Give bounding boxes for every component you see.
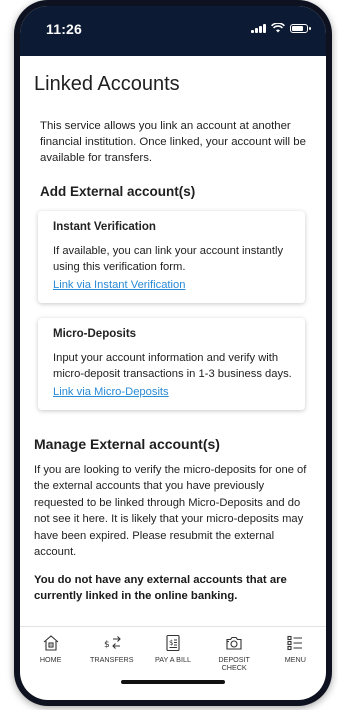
- menu-icon: [287, 635, 303, 651]
- card-title: Micro-Deposits: [53, 328, 137, 340]
- tab-label: PAY A BILL: [154, 655, 191, 664]
- wifi-icon: [271, 23, 285, 33]
- cellular-signal-icon: [251, 23, 266, 33]
- status-time: 11:26: [46, 21, 83, 37]
- status-icons: [251, 23, 311, 33]
- battery-icon: [290, 23, 311, 33]
- svg-text:$: $: [169, 639, 173, 647]
- no-accounts-message: You do not have any external accounts th…: [34, 574, 287, 603]
- link-micro-deposits[interactable]: Link via Micro-Deposits: [53, 384, 169, 400]
- camera-icon: [226, 636, 242, 650]
- intro-text: This service allows you link an account …: [40, 120, 306, 164]
- tab-home[interactable]: HOME: [23, 633, 79, 673]
- bill-icon: $: [166, 634, 180, 652]
- tab-label: HOME: [39, 655, 62, 664]
- link-instant-verification[interactable]: Link via Instant Verification: [53, 277, 185, 293]
- tab-deposit-check[interactable]: DEPOSIT CHECK: [206, 633, 262, 673]
- tab-transfers[interactable]: $ TRANSFERS: [84, 633, 140, 673]
- main-content: Linked Accounts This service allows you …: [20, 73, 326, 604]
- add-external-heading: Add External account(s): [40, 184, 196, 199]
- home-indicator[interactable]: [121, 680, 225, 684]
- bottom-tab-bar: HOME $ TRANSFERS $ PAY A BILL DEPOSIT CH…: [20, 626, 326, 673]
- app-screen: 11:26 Linked Accounts This service allow…: [20, 6, 326, 700]
- tab-pay-a-bill[interactable]: $ PAY A BILL: [145, 633, 201, 673]
- card-title: Instant Verification: [53, 221, 156, 233]
- manage-external-heading: Manage External account(s): [34, 436, 220, 452]
- card-description: Input your account information and verif…: [53, 352, 292, 380]
- manage-description: If you are looking to verify the micro-d…: [34, 464, 307, 559]
- instant-verification-card: Instant Verification If available, you c…: [38, 211, 305, 303]
- home-icon: [43, 635, 58, 651]
- transfer-icon: $: [104, 636, 121, 650]
- status-bar: 11:26: [20, 6, 326, 56]
- svg-text:$: $: [104, 640, 110, 650]
- tab-label: TRANSFERS: [90, 655, 134, 664]
- tab-label: DEPOSIT CHECK: [218, 655, 250, 672]
- micro-deposits-card: Micro-Deposits Input your account inform…: [38, 318, 305, 410]
- phone-mockup: 11:26 Linked Accounts This service allow…: [0, 0, 338, 710]
- card-description: If available, you can link your account …: [53, 245, 284, 273]
- page-title: Linked Accounts: [34, 73, 180, 95]
- tab-menu[interactable]: MENU: [267, 633, 323, 673]
- tab-label: MENU: [284, 655, 306, 664]
